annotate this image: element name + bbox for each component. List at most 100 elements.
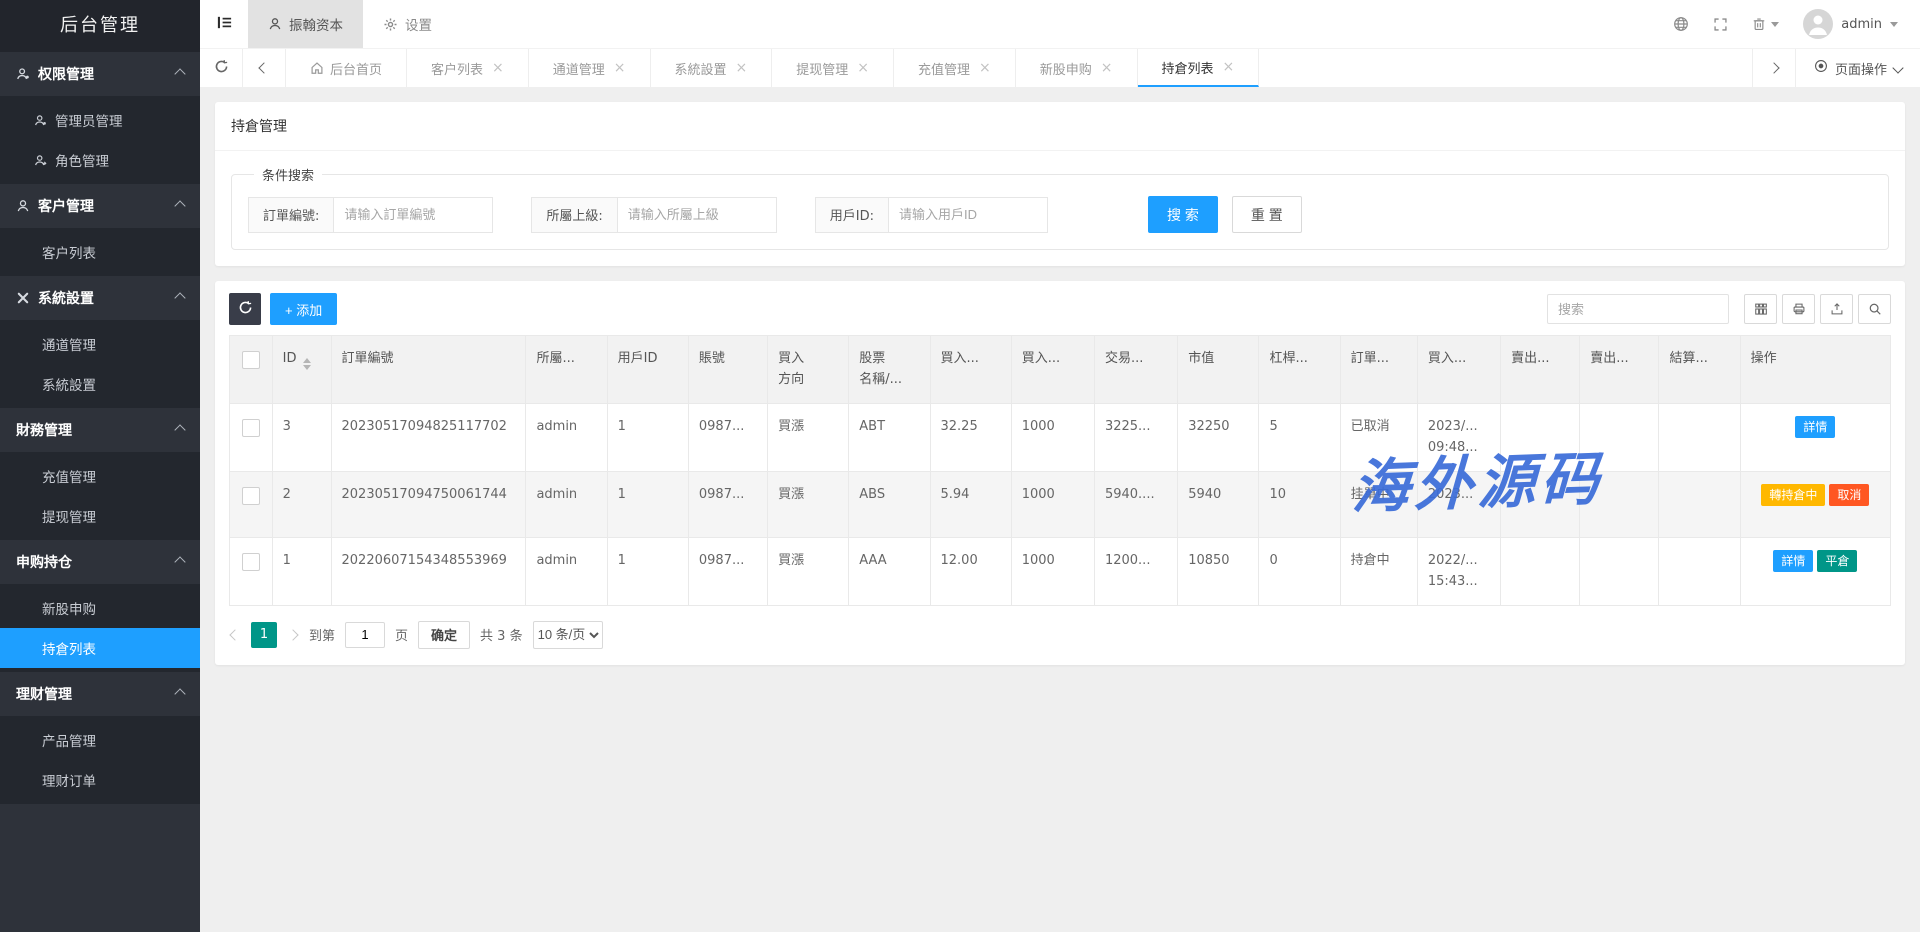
toolbar-icon-buttons (1744, 294, 1891, 324)
search-legend: 条件搜索 (254, 165, 322, 184)
export-button[interactable] (1820, 294, 1853, 324)
globe-icon[interactable] (1673, 16, 1689, 32)
sidebar-item-system-settings[interactable]: 系統設置 (0, 364, 200, 404)
role-user-icon (34, 154, 47, 167)
print-icon (1792, 302, 1806, 316)
sidebar-group-wealth-management[interactable]: 理财管理 (0, 672, 200, 716)
pagination-prev-button[interactable] (229, 631, 241, 639)
tab-close-icon[interactable]: × (736, 61, 748, 75)
pagination-next-button[interactable] (287, 631, 299, 639)
chevron-up-icon (174, 292, 185, 303)
column-header: 訂單編號 (331, 336, 526, 404)
sidebar-item-wealth-orders[interactable]: 理财订单 (0, 760, 200, 800)
scroll-tabs-left-button[interactable] (243, 49, 286, 87)
open-tabs: 客户列表×通道管理×系統設置×提现管理×充值管理×新股申购×持倉列表× (407, 49, 1259, 87)
sidebar-item-label: 系統設置 (42, 374, 96, 394)
fullscreen-icon[interactable] (1713, 17, 1728, 32)
table-header-row: ID訂單編號所屬...用戶ID賬號買入 方向股票 名稱/...買入...買入..… (230, 336, 1891, 404)
column-header: ID (272, 336, 331, 404)
tab-ipo-subscription[interactable]: 新股申购× (1016, 49, 1138, 87)
tab-home[interactable]: 后台首页 (286, 49, 407, 87)
sidebar-item-admin-management[interactable]: 管理员管理 (0, 100, 200, 140)
tab-channel-management[interactable]: 通道管理× (529, 49, 651, 87)
tab-position-list[interactable]: 持倉列表× (1138, 49, 1260, 87)
tab-recharge-management[interactable]: 充值管理 × (894, 49, 1016, 87)
buy-time-line: 15:43... (1428, 571, 1490, 592)
action-詳情-button[interactable]: 詳情 (1795, 416, 1835, 438)
search-input-parent[interactable] (617, 197, 777, 233)
refresh-table-button[interactable] (229, 293, 261, 325)
dot-circle-icon (1814, 59, 1828, 77)
total-count-label: 共 3 条 (480, 625, 523, 644)
action-轉持倉中-button[interactable]: 轉持倉中 (1761, 484, 1825, 506)
sidebar: 后台管理 权限管理管理员管理角色管理客户管理客户列表系統設置通道管理系統設置財務… (0, 0, 200, 932)
menu-collapse-button[interactable] (200, 0, 248, 48)
tab-system-settings[interactable]: 系統設置× (651, 49, 773, 87)
print-button[interactable] (1782, 294, 1815, 324)
cell-id: 2 (272, 471, 331, 537)
tab-close-icon[interactable]: × (1223, 60, 1235, 74)
sidebar-item-ipo-subscription[interactable]: 新股申购 (0, 588, 200, 628)
pagination-page-1[interactable]: 1 (251, 622, 277, 648)
column-header: 市值 (1178, 336, 1259, 404)
table-search-input[interactable] (1547, 294, 1729, 324)
refresh-tab-button[interactable] (200, 49, 243, 87)
tab-close-icon[interactable]: × (979, 61, 991, 75)
action-取消-button[interactable]: 取消 (1829, 484, 1869, 506)
sidebar-group-permission-management[interactable]: 权限管理 (0, 52, 200, 96)
sidebar-item-role-management[interactable]: 角色管理 (0, 140, 200, 180)
avatar (1803, 9, 1833, 39)
zoom-button[interactable] (1858, 294, 1891, 324)
search-field-label: 訂單編號: (248, 197, 333, 233)
scroll-tabs-right-button[interactable] (1752, 49, 1795, 87)
user-menu[interactable]: admin (1803, 9, 1898, 39)
sidebar-group-label: 系統設置 (38, 288, 176, 308)
add-button[interactable]: + 添加 (270, 293, 337, 325)
main-column: 振翰资本设置 admin 后台首页 (200, 0, 1920, 932)
action-詳情-button[interactable]: 詳情 (1773, 550, 1813, 572)
chevron-up-icon (174, 200, 185, 211)
clear-cache-dropdown[interactable] (1752, 17, 1779, 31)
sidebar-item-customer-list[interactable]: 客户列表 (0, 232, 200, 272)
goto-page-input[interactable] (345, 622, 385, 648)
tab-customer-list[interactable]: 客户列表× (407, 49, 529, 87)
column-header-label: 賣出... (1511, 351, 1549, 366)
tab-close-icon[interactable]: × (857, 61, 869, 75)
row-checkbox[interactable] (242, 419, 260, 437)
sidebar-item-withdraw-management[interactable]: 提现管理 (0, 496, 200, 536)
tab-withdraw-management[interactable]: 提现管理× (772, 49, 894, 87)
page-operations-dropdown[interactable]: 页面操作 (1795, 49, 1920, 87)
sidebar-group-subscription-position[interactable]: 申购持仓 (0, 540, 200, 584)
module-tab-company[interactable]: 振翰资本 (248, 0, 363, 48)
search-input-order-no[interactable] (333, 197, 493, 233)
tab-close-icon[interactable]: × (614, 61, 626, 75)
sidebar-group-system-settings[interactable]: 系統設置 (0, 276, 200, 320)
tab-close-icon[interactable]: × (492, 61, 504, 75)
per-page-select[interactable]: 10 条/页 (533, 621, 603, 649)
sidebar-group-finance-management[interactable]: 財務管理 (0, 408, 200, 452)
row-checkbox[interactable] (242, 487, 260, 505)
sidebar-item-product-management[interactable]: 产品管理 (0, 720, 200, 760)
sidebar-item-recharge-management[interactable]: 充值管理 (0, 456, 200, 496)
tab-close-icon[interactable]: × (1101, 61, 1113, 75)
reset-button[interactable]: 重 置 (1232, 196, 1302, 233)
sidebar-item-label: 提现管理 (42, 506, 96, 526)
goto-confirm-button[interactable]: 确定 (418, 621, 470, 649)
search-input-user-id[interactable] (888, 197, 1048, 233)
cell-parent: admin (526, 471, 607, 537)
search-field-label: 所屬上級: (531, 197, 616, 233)
column-header-label: 買入... (1428, 351, 1466, 366)
action-平倉-button[interactable]: 平倉 (1817, 550, 1857, 572)
users-icon (16, 67, 38, 81)
row-checkbox[interactable] (242, 553, 260, 571)
cell-market-value: 32250 (1178, 403, 1259, 471)
module-tab-settings[interactable]: 设置 (363, 0, 452, 48)
search-button[interactable]: 搜 索 (1148, 196, 1218, 233)
sidebar-item-channel-management[interactable]: 通道管理 (0, 324, 200, 364)
tab-label: 充值管理 (918, 59, 970, 78)
sidebar-group-customer-management[interactable]: 客户管理 (0, 184, 200, 228)
select-all-checkbox[interactable] (242, 351, 260, 369)
sort-icon[interactable] (303, 358, 311, 370)
columns-button[interactable] (1744, 294, 1777, 324)
sidebar-item-position-list[interactable]: 持倉列表 (0, 628, 200, 668)
